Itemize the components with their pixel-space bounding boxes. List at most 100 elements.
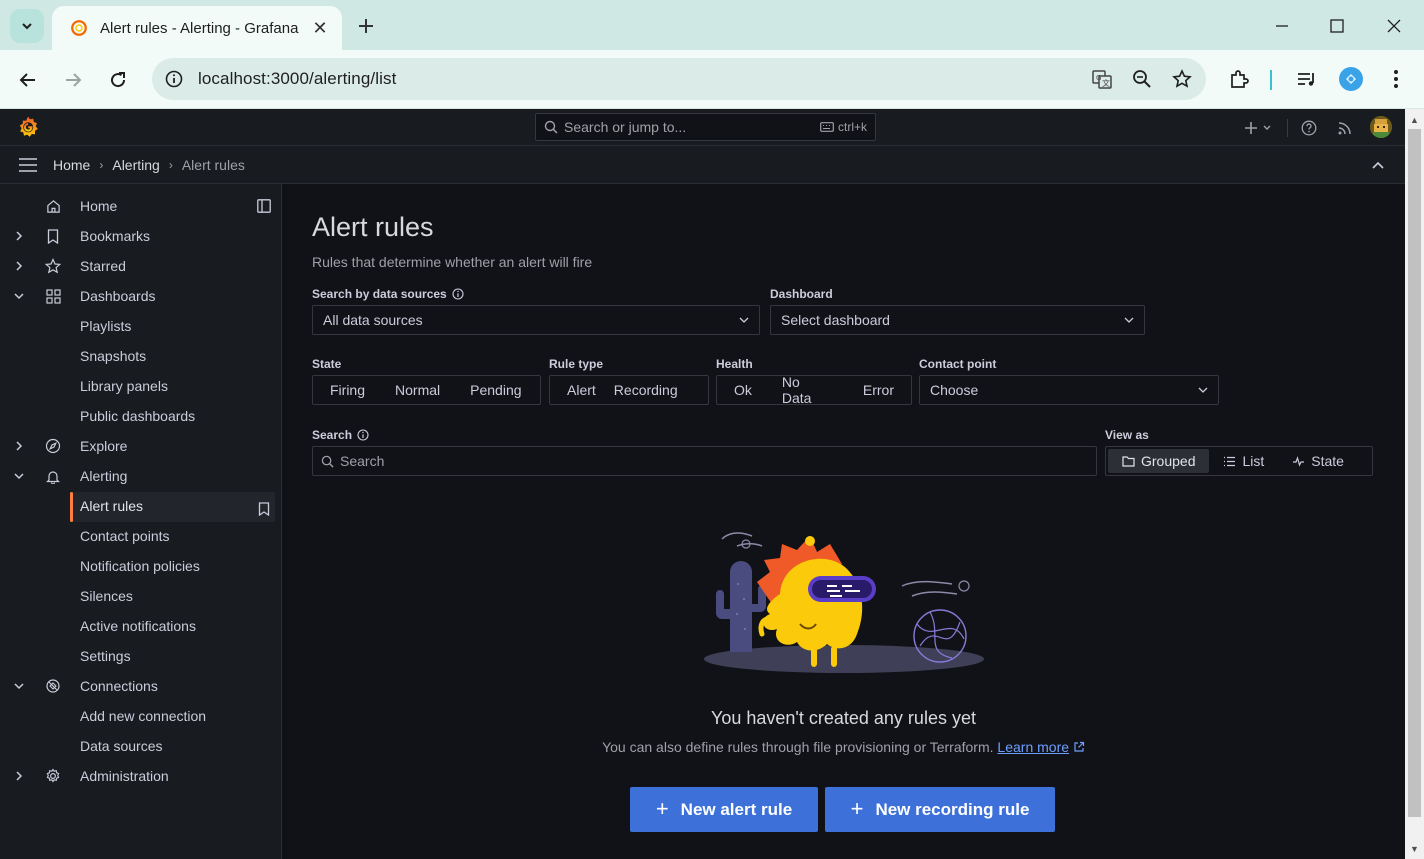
sidebar-item-label: Active notifications bbox=[80, 618, 196, 634]
home-icon bbox=[44, 197, 62, 215]
sidebar-item-label: Playlists bbox=[80, 318, 132, 334]
sidebar-item-label: Contact points bbox=[80, 528, 170, 544]
health-option-ok[interactable]: Ok bbox=[719, 377, 767, 403]
breadcrumb-bar: Home › Alerting › Alert rules bbox=[0, 146, 1405, 184]
sidebar-item-label: Settings bbox=[80, 648, 131, 664]
new-alert-rule-button[interactable]: + New alert rule bbox=[630, 787, 818, 832]
ruletype-option-alert[interactable]: Alert bbox=[552, 377, 611, 403]
grafana-logo-icon[interactable] bbox=[16, 115, 40, 139]
health-option-error[interactable]: Error bbox=[848, 377, 909, 403]
chevron-down-icon[interactable] bbox=[12, 289, 26, 303]
sidebar-item-home[interactable]: Home bbox=[0, 191, 282, 221]
state-option-normal[interactable]: Normal bbox=[380, 377, 455, 403]
learn-more-link[interactable]: Learn more bbox=[997, 739, 1069, 755]
datasource-select[interactable]: All data sources bbox=[312, 305, 760, 335]
ruletype-option-recording[interactable]: Recording bbox=[611, 377, 693, 403]
sidebar-item-alerting[interactable]: Alerting bbox=[0, 461, 282, 491]
chevron-right-icon[interactable] bbox=[12, 769, 26, 783]
health-option-nodata[interactable]: No Data bbox=[767, 374, 848, 406]
info-icon[interactable] bbox=[357, 429, 369, 441]
sidebar-item-active-notifications[interactable]: Active notifications bbox=[0, 611, 282, 641]
sidebar-item-snapshots[interactable]: Snapshots bbox=[0, 341, 282, 371]
sidebar-item-bookmarks[interactable]: Bookmarks bbox=[0, 221, 282, 251]
sidebar-item-label: Explore bbox=[80, 438, 128, 454]
sidebar-item-silences[interactable]: Silences bbox=[0, 581, 282, 611]
tab-title: Alert rules - Alerting - Grafana bbox=[100, 19, 299, 37]
forward-button[interactable] bbox=[57, 64, 89, 96]
global-search-input[interactable]: Search or jump to... ctrl+k bbox=[535, 113, 876, 141]
back-button[interactable] bbox=[12, 64, 44, 96]
chevron-down-icon bbox=[1198, 387, 1208, 393]
toolbar-divider bbox=[1270, 70, 1272, 90]
sidebar-item-public-dashboards[interactable]: Public dashboards bbox=[0, 401, 282, 431]
address-bar[interactable]: localhost:3000/alerting/list 文G bbox=[152, 58, 1206, 100]
new-recording-rule-button[interactable]: + New recording rule bbox=[825, 787, 1055, 832]
browser-tab-active[interactable]: Alert rules - Alerting - Grafana ✕ bbox=[52, 6, 342, 50]
sidebar-item-label: Dashboards bbox=[80, 288, 156, 304]
external-link-icon[interactable] bbox=[1073, 741, 1085, 753]
bookmark-star-icon[interactable] bbox=[1166, 63, 1198, 95]
browser-menu-icon[interactable] bbox=[1380, 63, 1412, 95]
chevron-right-icon: › bbox=[99, 157, 104, 172]
chevron-right-icon[interactable] bbox=[12, 439, 26, 453]
state-filter-label: State bbox=[312, 357, 342, 371]
collapse-topbar-button[interactable] bbox=[1369, 156, 1387, 174]
sidebar-item-library-panels[interactable]: Library panels bbox=[0, 371, 282, 401]
scrollbar-thumb[interactable] bbox=[1408, 129, 1421, 817]
list-icon bbox=[1224, 456, 1236, 466]
tab-search-button[interactable] bbox=[10, 9, 44, 43]
browser-tabstrip: Alert rules - Alerting - Grafana ✕ bbox=[0, 0, 1424, 50]
reload-button[interactable] bbox=[102, 64, 134, 96]
state-option-firing[interactable]: Firing bbox=[315, 377, 380, 403]
user-avatar[interactable] bbox=[1370, 116, 1392, 138]
minimize-button[interactable] bbox=[1268, 12, 1296, 40]
profile-icon[interactable] bbox=[1335, 63, 1367, 95]
menu-toggle-button[interactable] bbox=[18, 155, 38, 175]
page-subtitle: Rules that determine whether an alert wi… bbox=[312, 254, 593, 270]
contact-point-select[interactable]: Choose bbox=[919, 375, 1219, 405]
sidebar-item-settings[interactable]: Settings bbox=[0, 641, 282, 671]
viewas-option-state[interactable]: State bbox=[1278, 449, 1358, 473]
breadcrumb-alerting[interactable]: Alerting bbox=[112, 157, 159, 173]
new-menu-button[interactable] bbox=[1243, 118, 1273, 138]
news-button[interactable] bbox=[1335, 118, 1355, 138]
scroll-up-icon[interactable]: ▲ bbox=[1405, 111, 1424, 128]
sidebar-item-add-new-connection[interactable]: Add new connection bbox=[0, 701, 282, 731]
sidebar-item-starred[interactable]: Starred bbox=[0, 251, 282, 281]
close-window-button[interactable] bbox=[1380, 12, 1408, 40]
sidebar-item-data-sources[interactable]: Data sources bbox=[0, 731, 282, 761]
sidebar-item-explore[interactable]: Explore bbox=[0, 431, 282, 461]
bell-icon bbox=[44, 467, 62, 485]
dashboard-select[interactable]: Select dashboard bbox=[770, 305, 1145, 335]
site-info-icon[interactable] bbox=[158, 63, 190, 95]
scroll-down-icon[interactable]: ▼ bbox=[1405, 840, 1424, 857]
page-scrollbar[interactable]: ▲ ▼ bbox=[1405, 109, 1424, 859]
arrow-right-icon bbox=[66, 73, 82, 87]
chevron-down-icon[interactable] bbox=[12, 679, 26, 693]
rule-search-input[interactable]: Search bbox=[312, 446, 1097, 476]
info-icon[interactable] bbox=[452, 288, 464, 300]
sidebar-item-alert-rules[interactable]: Alert rules bbox=[0, 491, 282, 521]
sidebar-item-contact-points[interactable]: Contact points bbox=[0, 521, 282, 551]
viewas-option-list[interactable]: List bbox=[1209, 449, 1278, 473]
state-option-pending[interactable]: Pending bbox=[455, 377, 536, 403]
zoom-icon[interactable] bbox=[1126, 63, 1158, 95]
viewas-option-grouped[interactable]: Grouped bbox=[1108, 449, 1210, 473]
chevron-right-icon[interactable] bbox=[12, 259, 26, 273]
sidebar-item-administration[interactable]: Administration bbox=[0, 761, 282, 791]
sidebar-item-dashboards[interactable]: Dashboards bbox=[0, 281, 282, 311]
chevron-down-icon[interactable] bbox=[12, 469, 26, 483]
plus-icon: + bbox=[655, 795, 669, 821]
maximize-button[interactable] bbox=[1323, 12, 1351, 40]
sidebar-item-connections[interactable]: Connections bbox=[0, 671, 282, 701]
sidebar-item-notification-policies[interactable]: Notification policies bbox=[0, 551, 282, 581]
media-control-icon[interactable] bbox=[1290, 63, 1322, 95]
new-tab-button[interactable] bbox=[354, 14, 378, 38]
chevron-right-icon[interactable] bbox=[12, 229, 26, 243]
extensions-icon[interactable] bbox=[1223, 63, 1255, 95]
close-tab-icon[interactable]: ✕ bbox=[310, 18, 330, 38]
help-button[interactable] bbox=[1299, 118, 1319, 138]
translate-icon[interactable]: 文G bbox=[1086, 63, 1118, 95]
sidebar-item-playlists[interactable]: Playlists bbox=[0, 311, 282, 341]
breadcrumb-home[interactable]: Home bbox=[53, 157, 90, 173]
